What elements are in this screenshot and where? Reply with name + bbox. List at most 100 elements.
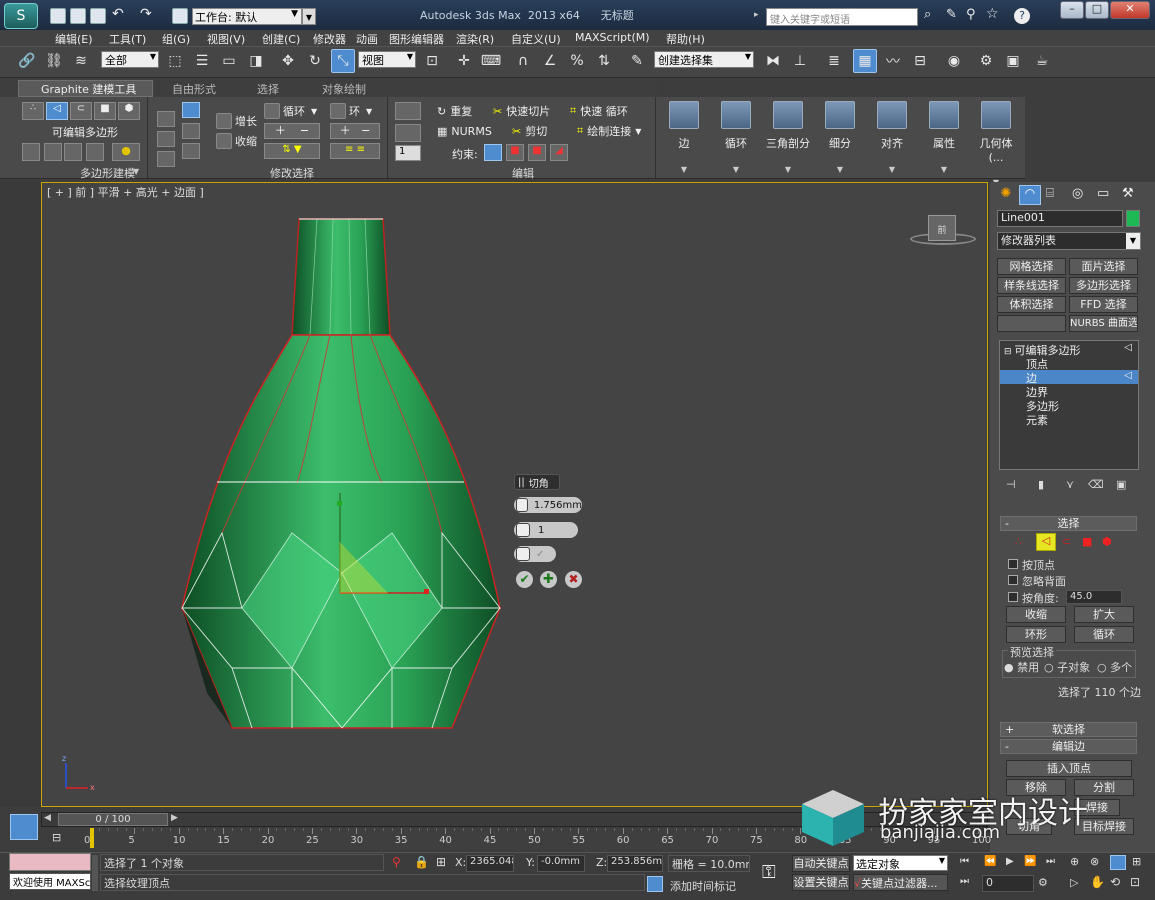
model-tools-icon-2[interactable] [44, 143, 62, 161]
nurbs-select-button[interactable]: NURBS 曲面选择 [1069, 315, 1138, 332]
loop-more-button[interactable]: ⇅ ▼ [264, 143, 320, 159]
hierarchy-tab-icon[interactable]: ⌸ [1046, 186, 1054, 201]
absolute-mode-icon[interactable]: ⊞ [436, 855, 446, 869]
modifier-list-dropdown[interactable]: 修改器列表 ▼ [997, 232, 1141, 250]
selection-lock-icon[interactable]: 🔒 [414, 855, 429, 869]
tris-panel-button[interactable]: 三角剖分 ▼ [764, 99, 812, 174]
model-tools-icon-5[interactable]: ● [112, 143, 140, 161]
close-button[interactable]: ✕ [1110, 1, 1150, 19]
app-logo-icon[interactable]: S [4, 3, 38, 29]
panel-title-modify-selection[interactable]: 修改选择 [270, 165, 314, 181]
minimize-button[interactable]: – [1060, 1, 1084, 19]
render-teapot-icon[interactable]: ☕ [1030, 49, 1054, 73]
workspace-dropdown[interactable]: 工作台: 默认 ▼ [192, 8, 302, 25]
zoom-icon[interactable]: ⊕ [1070, 855, 1079, 868]
repeat-button[interactable]: ↻ 重复 [437, 102, 472, 120]
edit-edges-rollout-header[interactable]: - 编辑边 [1000, 739, 1137, 754]
ring-grow-button[interactable]: ＋ − [330, 123, 380, 139]
align-icon[interactable]: ⊥ [788, 49, 812, 73]
rendered-frame-icon[interactable]: ▣ [1001, 49, 1025, 73]
sel-vertex-icon[interactable]: ∴ [1015, 535, 1022, 548]
remove-modifier-icon[interactable]: ⌫ [1088, 478, 1104, 491]
stack-item-element[interactable]: 元素 [1000, 412, 1138, 427]
y-coord-field[interactable]: -0.0mm [537, 855, 585, 872]
paint-connect-button[interactable]: ⌗ 绘制连接 ▼ [577, 122, 641, 140]
preview-multi-radio[interactable]: ○ 多个 [1097, 659, 1132, 675]
vase-neck[interactable] [291, 218, 391, 336]
stack-icon-2[interactable] [157, 131, 175, 147]
zoom-extents-all-icon[interactable]: ⊞ [1132, 855, 1141, 868]
selected-object-dropdown[interactable]: 选定对象 ▼ [853, 855, 948, 871]
next-frame-icon[interactable]: ⏩ [1024, 856, 1036, 867]
rect-selection-icon[interactable]: ▭ [217, 49, 241, 73]
select-object-icon[interactable]: ⬚ [163, 49, 187, 73]
mesh-select-button[interactable]: 网格选择 [997, 258, 1066, 275]
subscription-icon[interactable]: ✎ [946, 7, 957, 22]
trackbar-filter-icon[interactable]: ⊟ [52, 831, 61, 844]
align-panel-button[interactable]: 对齐 ▼ [868, 99, 916, 174]
time-slider-thumb[interactable]: 0 / 100 [58, 813, 168, 826]
time-next-icon[interactable]: ▶ [171, 813, 178, 823]
render-setup-icon[interactable]: ⚙ [974, 49, 998, 73]
spin-value-field[interactable]: 1 [395, 145, 421, 161]
x-coord-field[interactable]: 2365.048m [466, 855, 514, 872]
current-frame-marker[interactable] [90, 828, 94, 848]
patch-select-button[interactable]: 面片选择 [1069, 258, 1138, 275]
maximize-viewport-icon[interactable]: ⊡ [1130, 875, 1140, 889]
caddy-ok-icon[interactable]: ✔ [516, 571, 533, 588]
menu-modifiers[interactable]: 修改器 [313, 31, 346, 47]
current-frame-field[interactable]: 0 [982, 875, 1034, 892]
preview-disable-radio[interactable]: ● 禁用 [1004, 659, 1039, 675]
go-to-end-icon[interactable]: ⏭ [1046, 856, 1055, 867]
loops-panel-button[interactable]: 循环 ▼ [712, 99, 760, 174]
show-end-result-icon[interactable]: ▮ [1038, 478, 1044, 491]
spline-select-button[interactable]: 样条线选择 [997, 277, 1066, 294]
model-tools-icon-3[interactable] [64, 143, 82, 161]
by-angle-checkbox[interactable]: 按角度: [1008, 590, 1059, 606]
ring-more-button[interactable]: ≡ ≡ [330, 143, 380, 159]
bind-space-warp-icon[interactable]: ≋ [69, 49, 93, 73]
display-tab-icon[interactable]: ▭ [1097, 186, 1109, 201]
cut-button[interactable]: ✂ 剪切 [512, 122, 547, 140]
angle-spinner[interactable]: 45.0 [1066, 590, 1122, 604]
sel-icon-col-1[interactable] [182, 102, 200, 118]
undo-icon[interactable]: ↶ [112, 6, 124, 22]
preserve-uv-icon[interactable] [395, 102, 421, 120]
stack-item-editable-poly[interactable]: ⊟ 可编辑多边形 ◁ [1000, 342, 1138, 357]
geometry-panel-button[interactable]: 几何体 (...▼ [972, 99, 1020, 187]
edit-named-selection-icon[interactable]: ✎ [625, 49, 649, 73]
grow-sel-button[interactable]: 扩大 [1074, 606, 1134, 623]
stack-icon-3[interactable] [157, 151, 175, 167]
edges-panel-button[interactable]: 边 ▼ [660, 99, 708, 174]
save-file-icon[interactable] [90, 8, 106, 24]
preview-subobj-radio[interactable]: ○ 子对象 [1044, 659, 1090, 675]
shrink-button[interactable]: 收缩 [216, 132, 257, 150]
properties-panel-button[interactable]: 属性 ▼ [920, 99, 968, 174]
model-tools-icon-1[interactable] [22, 143, 40, 161]
ffd-select-button[interactable]: FFD 选择 [1069, 296, 1138, 313]
help-icon[interactable]: ? [1014, 8, 1030, 24]
schematic-view-icon[interactable]: ⊟ [908, 49, 932, 73]
stack-item-edge[interactable]: 边 ◁ [1000, 370, 1138, 385]
ring-select-button[interactable]: 环 ▼ [330, 102, 372, 120]
play-icon[interactable]: ▶ [1006, 856, 1014, 867]
menu-views[interactable]: 视图(V) [207, 31, 245, 47]
chamfer-amount-field[interactable]: 1.756mm [514, 497, 582, 513]
isolate-icon[interactable]: ⚲ [392, 855, 401, 869]
spinner-snap-icon[interactable]: ⇅ [592, 49, 616, 73]
menu-maxscript[interactable]: MAXScript(M) [575, 31, 650, 44]
status-toggle-icon[interactable] [92, 855, 98, 891]
create-tab-icon[interactable]: ✺ [996, 186, 1016, 204]
sel-icon-col-2[interactable] [182, 123, 200, 139]
panel-title-edit[interactable]: 编辑 [512, 165, 534, 181]
dropdown-caret-icon[interactable]: ▼ [133, 167, 139, 176]
model-tools-icon-4[interactable] [86, 143, 104, 161]
zoom-all-icon[interactable]: ⊗ [1090, 855, 1099, 868]
empty-mod-button[interactable] [997, 315, 1066, 332]
tab-freeform[interactable]: 自由形式 [172, 81, 216, 97]
select-manipulate-icon[interactable]: ✛ [452, 49, 476, 73]
ignore-backface-checkbox[interactable]: 忽略背面 [1008, 573, 1066, 589]
selection-rollout-header[interactable]: - 选择 [1000, 516, 1137, 531]
move-icon[interactable]: ✥ [276, 49, 300, 73]
sel-icon-col-3[interactable] [182, 143, 200, 159]
